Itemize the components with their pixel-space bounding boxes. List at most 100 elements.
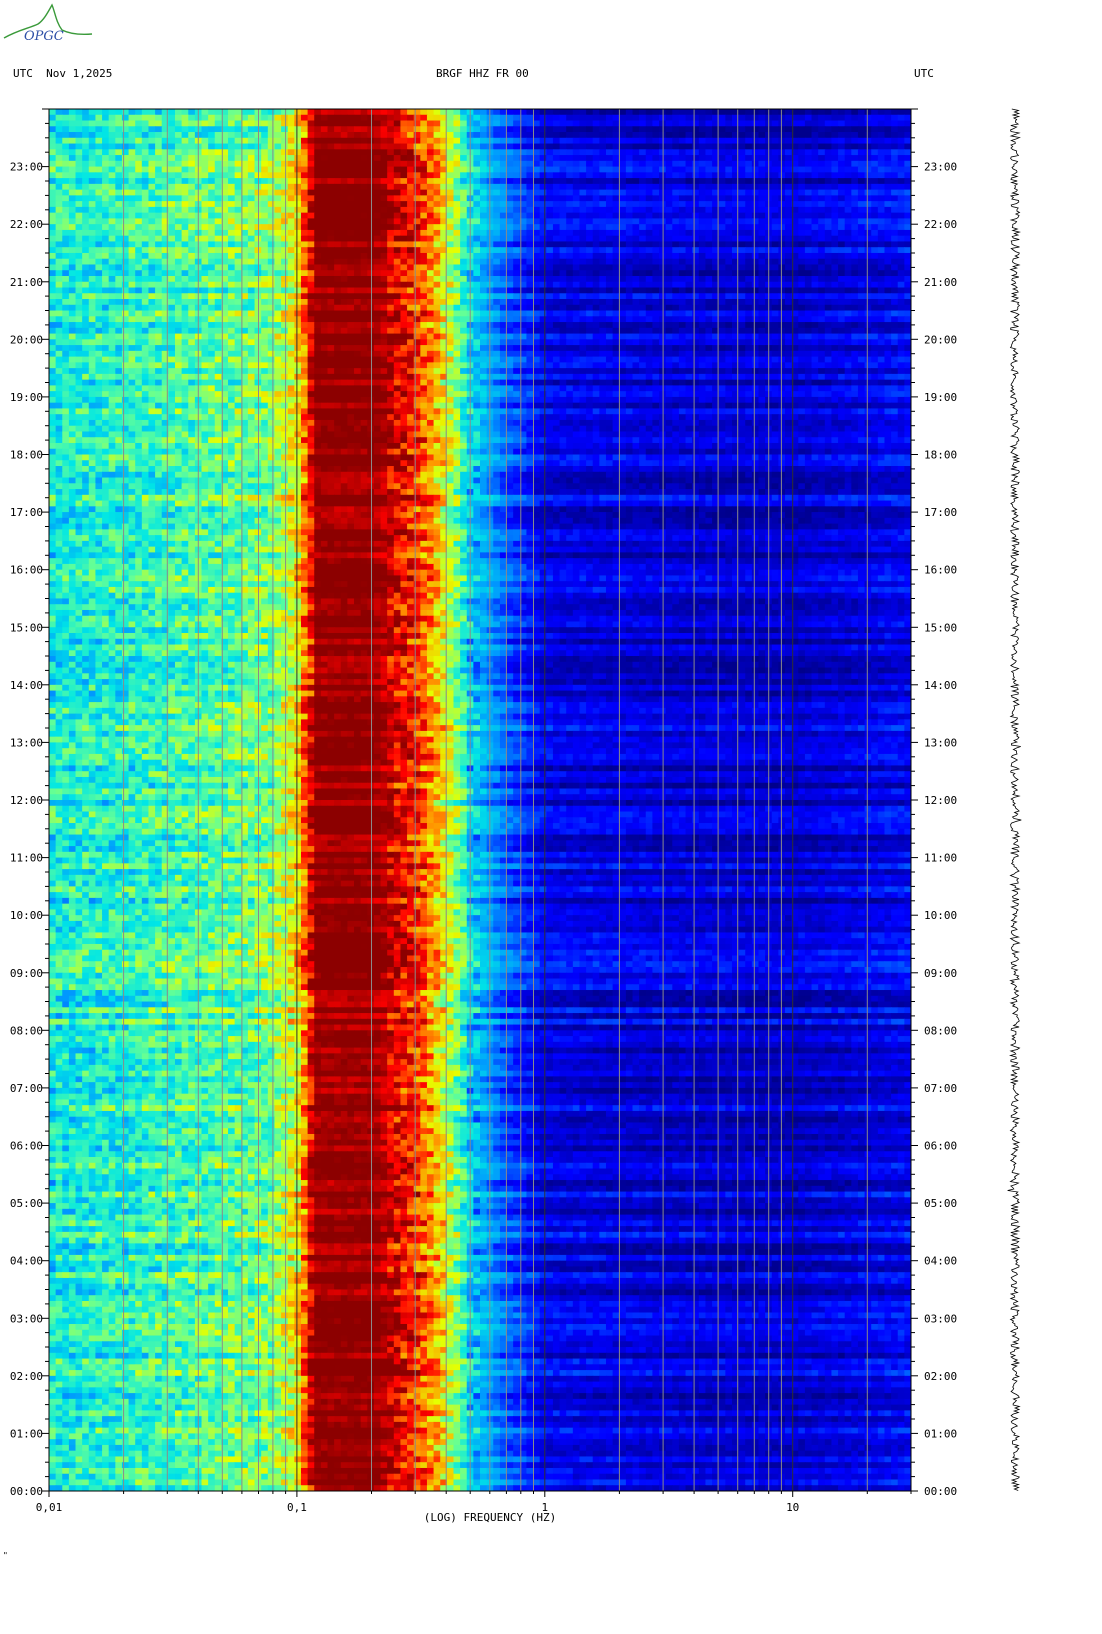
heatmap-cell xyxy=(314,252,322,260)
heatmap-cell xyxy=(181,316,189,323)
heatmap-cell xyxy=(426,178,435,185)
heatmap-cell xyxy=(261,322,269,329)
heatmap-cell xyxy=(287,172,295,179)
heatmap-cell xyxy=(599,178,607,185)
heatmap-cell xyxy=(347,166,355,173)
heatmap-cell xyxy=(446,310,455,317)
heatmap-cell xyxy=(247,224,256,231)
heatmap-cell xyxy=(698,229,707,237)
heatmap-cell xyxy=(785,299,793,306)
heatmap-cell xyxy=(718,120,726,127)
heatmap-cell xyxy=(181,235,189,243)
heatmap-cell xyxy=(851,137,859,145)
heatmap-cell xyxy=(685,252,693,260)
heatmap-cell xyxy=(844,189,852,196)
heatmap-cell xyxy=(460,132,468,139)
heatmap-cell xyxy=(539,195,547,202)
heatmap-cell xyxy=(758,264,766,271)
heatmap-cell xyxy=(513,235,521,243)
heatmap-cell xyxy=(354,178,362,185)
heatmap-cell xyxy=(838,189,846,196)
heatmap-cell xyxy=(566,160,574,168)
heatmap-cell xyxy=(632,143,640,150)
heatmap-cell xyxy=(208,252,216,260)
heatmap-cell xyxy=(639,126,647,133)
heatmap-cell xyxy=(718,155,726,162)
heatmap-cell xyxy=(387,310,395,317)
heatmap-cell xyxy=(108,310,116,317)
heatmap-cell xyxy=(387,155,395,162)
heatmap-cell xyxy=(818,316,826,323)
heatmap-cell xyxy=(287,137,295,145)
heatmap-cell xyxy=(526,201,534,208)
heatmap-cell xyxy=(387,206,395,214)
heatmap-cell xyxy=(480,299,488,306)
heatmap-cell xyxy=(692,109,700,116)
heatmap-cell xyxy=(738,137,746,145)
heatmap-cell xyxy=(619,120,627,127)
heatmap-cell xyxy=(678,258,687,266)
heatmap-cell xyxy=(327,218,335,225)
heatmap-cell xyxy=(155,114,163,122)
heatmap-cell xyxy=(798,166,806,173)
heatmap-cell xyxy=(354,189,362,196)
heatmap-cell xyxy=(453,322,461,329)
heatmap-cell xyxy=(871,322,879,329)
heatmap-cell xyxy=(228,258,236,266)
heatmap-cell xyxy=(639,143,647,150)
heatmap-cell xyxy=(559,252,567,260)
heatmap-cell xyxy=(625,195,634,202)
heatmap-cell xyxy=(155,275,163,283)
heatmap-cell xyxy=(188,166,196,173)
heatmap-cell xyxy=(533,149,541,156)
heatmap-cell xyxy=(234,264,242,271)
heatmap-cell xyxy=(360,218,368,225)
heatmap-cell xyxy=(758,195,766,202)
heatmap-cell xyxy=(115,195,123,202)
heatmap-cell xyxy=(546,264,554,271)
heatmap-cell xyxy=(546,218,554,225)
heatmap-cell xyxy=(612,264,620,271)
heatmap-cell xyxy=(838,178,846,185)
heatmap-cell xyxy=(838,195,846,202)
heatmap-cell xyxy=(161,275,169,283)
heatmap-cell xyxy=(605,287,614,294)
heatmap-cell xyxy=(818,126,826,133)
heatmap-cell xyxy=(751,183,760,191)
heatmap-cell xyxy=(891,281,899,289)
heatmap-cell xyxy=(168,195,176,202)
heatmap-cell xyxy=(639,166,647,173)
heatmap-cell xyxy=(804,281,813,289)
heatmap-cell xyxy=(327,247,335,254)
heatmap-cell xyxy=(572,212,581,220)
heatmap-cell xyxy=(645,235,653,243)
heatmap-cell xyxy=(267,218,276,225)
heatmap-cell xyxy=(506,143,514,150)
heatmap-cell xyxy=(354,293,362,300)
heatmap-cell xyxy=(831,235,839,243)
heatmap-cell xyxy=(307,299,315,306)
heatmap-cell xyxy=(838,132,846,139)
heatmap-cell xyxy=(334,126,342,133)
heatmap-cell xyxy=(586,218,594,225)
heatmap-cell xyxy=(751,275,760,283)
heatmap-cell xyxy=(320,114,329,122)
heatmap-cell xyxy=(705,304,713,312)
heatmap-cell xyxy=(135,143,143,150)
heatmap-cell xyxy=(678,166,687,173)
heatmap-cell xyxy=(174,327,183,335)
heatmap-cell xyxy=(314,241,322,248)
heatmap-cell xyxy=(380,155,388,162)
heatmap-cell xyxy=(586,143,594,150)
heatmap-cell xyxy=(201,120,209,127)
heatmap-cell xyxy=(181,206,189,214)
heatmap-cell xyxy=(208,264,216,271)
heatmap-cell xyxy=(287,189,295,196)
heatmap-cell xyxy=(82,132,90,139)
heatmap-cell xyxy=(692,224,700,231)
heatmap-cell xyxy=(102,252,110,260)
heatmap-cell xyxy=(135,252,143,260)
heatmap-cell xyxy=(612,137,620,145)
heatmap-cell xyxy=(102,137,110,145)
heatmap-cell xyxy=(181,160,189,168)
